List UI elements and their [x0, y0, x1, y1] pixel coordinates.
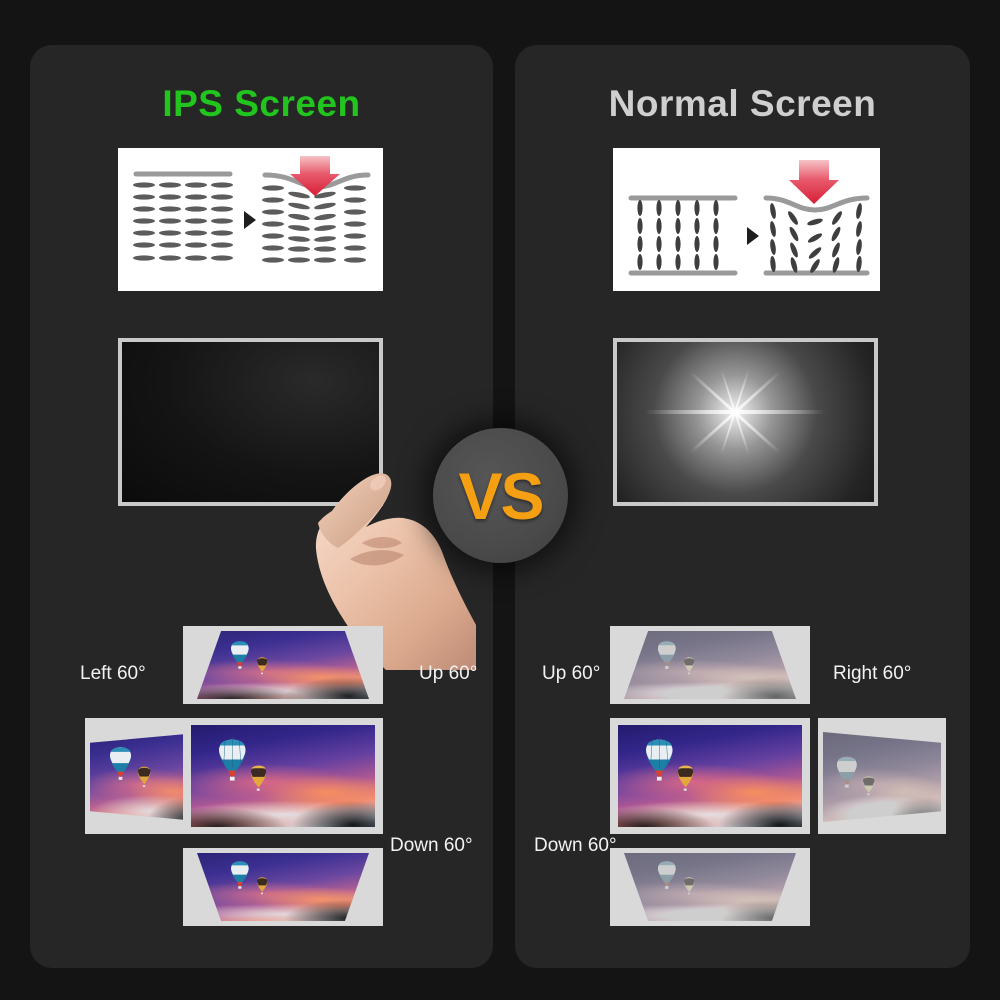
normal-monitor-screen — [617, 342, 874, 502]
normal-panel: Normal Screen Up 60° Right 60° Down 60° — [515, 45, 970, 968]
balloon-image — [823, 732, 941, 822]
normal-panel-title: Normal Screen — [608, 83, 877, 124]
ips-panel: IPS Screen Up 60° Left 60° Down 60° — [30, 45, 493, 968]
ips-monitor-screen — [122, 342, 379, 502]
pressure-arrow-icon — [789, 160, 839, 204]
normal-label-down: Down 60° — [534, 835, 617, 856]
normal-label-right: Right 60° — [833, 663, 912, 684]
balloon-image — [197, 631, 369, 699]
balloon-image — [197, 853, 369, 921]
vs-badge-label: VS — [458, 458, 544, 533]
ips-label-down: Down 60° — [390, 835, 473, 856]
balloon-image — [618, 725, 802, 827]
normal-pressure-diagram-svg — [628, 160, 870, 276]
ips-panel-title: IPS Screen — [162, 83, 361, 124]
normal-monitor-frame — [613, 338, 878, 506]
ips-thumb-center — [183, 718, 383, 834]
normal-pressure-diagram — [613, 148, 880, 291]
normal-thumb-up — [610, 626, 810, 704]
ips-pressure-diagram — [118, 148, 383, 291]
screen-ripple-glare — [617, 342, 874, 502]
pressure-arrow-icon — [290, 156, 340, 196]
normal-thumb-right — [818, 718, 946, 834]
ips-label-left: Left 60° — [80, 663, 146, 684]
ips-monitor-frame — [118, 338, 383, 506]
vs-badge: VS — [433, 428, 568, 563]
balloon-image — [624, 631, 796, 699]
normal-thumb-down — [610, 848, 810, 926]
ips-touch-monitor — [118, 338, 383, 506]
ips-label-up: Up 60° — [419, 663, 478, 684]
comparison-infographic: IPS Screen Up 60° Left 60° Down 60° Norm… — [0, 0, 1000, 1000]
ips-thumb-up — [183, 626, 383, 704]
ips-thumb-down — [183, 848, 383, 926]
balloon-image — [191, 725, 375, 827]
ips-pressure-diagram-svg — [133, 156, 371, 263]
normal-touch-monitor — [613, 338, 878, 506]
normal-thumb-center — [610, 718, 810, 834]
normal-label-up: Up 60° — [542, 663, 601, 684]
balloon-image — [624, 853, 796, 921]
